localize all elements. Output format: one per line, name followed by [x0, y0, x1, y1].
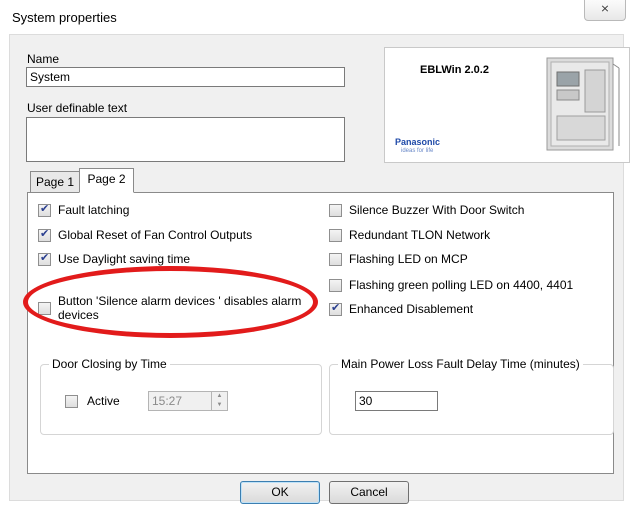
power-loss-delay-value: 30: [359, 394, 373, 408]
fault-latching-label: Fault latching: [58, 203, 130, 217]
tab-page-1-label: Page 1: [35, 175, 75, 189]
name-label: Name: [27, 52, 60, 66]
name-value: System: [30, 70, 71, 84]
global-reset-checkbox[interactable]: [38, 227, 51, 242]
daylight-saving-label: Use Daylight saving time: [58, 252, 191, 266]
door-active-label: Active: [87, 394, 120, 408]
brand-name: Panasonic: [395, 137, 441, 147]
door-time-value: 15:27: [152, 394, 183, 408]
flashing-polling-led-label: Flashing green polling LED on 4400, 4401: [349, 278, 574, 292]
tab-page-2-label: Page 2: [87, 172, 126, 186]
stepper-buttons[interactable]: ▲ ▼: [211, 392, 227, 410]
enhanced-disablement-checkbox[interactable]: [329, 301, 342, 316]
stepper-down-icon[interactable]: ▼: [212, 401, 227, 410]
stepper-up-icon[interactable]: ▲: [212, 392, 227, 401]
door-active-checkbox[interactable]: [65, 395, 78, 408]
silence-buzzer-checkbox[interactable]: [329, 204, 342, 217]
flashing-led-mcp-checkbox[interactable]: [329, 253, 342, 266]
power-loss-legend: Main Power Loss Fault Delay Time (minute…: [341, 357, 580, 371]
fault-latching-checkbox[interactable]: [38, 202, 51, 217]
global-reset-label: Global Reset of Fan Control Outputs: [58, 228, 253, 242]
cancel-button[interactable]: Cancel: [329, 481, 409, 504]
cancel-button-label: Cancel: [350, 485, 388, 499]
ok-button-label: OK: [271, 485, 289, 499]
window-title: System properties: [12, 10, 117, 25]
silence-alarm-label-line2: devices: [58, 308, 99, 322]
door-time-stepper[interactable]: 15:27 ▲ ▼: [148, 391, 228, 411]
tab-page-1[interactable]: Page 1: [30, 171, 80, 193]
version-text: EBLWin 2.0.2: [420, 64, 489, 76]
power-loss-delay-field[interactable]: 30: [355, 391, 438, 411]
close-icon: ⨯: [600, 3, 610, 15]
flashing-led-mcp-label: Flashing LED on MCP: [349, 252, 468, 266]
ok-button[interactable]: OK: [240, 481, 320, 504]
tab-page-2[interactable]: Page 2: [79, 168, 134, 193]
silence-buzzer-label: Silence Buzzer With Door Switch: [349, 203, 525, 217]
brand-tagline: ideas for life: [401, 148, 434, 154]
silence-alarm-checkbox[interactable]: [38, 302, 51, 315]
flashing-polling-led-checkbox[interactable]: [329, 279, 342, 292]
product-logo: EBLWin 2.0.2 Panasonic ideas for life: [384, 47, 630, 163]
name-field[interactable]: System: [26, 67, 345, 87]
redundant-tlon-checkbox[interactable]: [329, 229, 342, 242]
silence-alarm-label-line1: Button 'Silence alarm devices ' disables…: [58, 294, 302, 308]
user-text-label: User definable text: [27, 101, 128, 115]
close-button[interactable]: ⨯: [584, 0, 626, 21]
redundant-tlon-label: Redundant TLON Network: [349, 228, 491, 242]
door-closing-legend: Door Closing by Time: [52, 357, 167, 371]
daylight-saving-checkbox[interactable]: [38, 251, 51, 266]
fire-panel-image: [546, 57, 620, 151]
enhanced-disablement-label: Enhanced Disablement: [349, 302, 474, 316]
user-text-field[interactable]: [26, 117, 345, 162]
title-bar: System properties ⨯: [0, 0, 631, 34]
